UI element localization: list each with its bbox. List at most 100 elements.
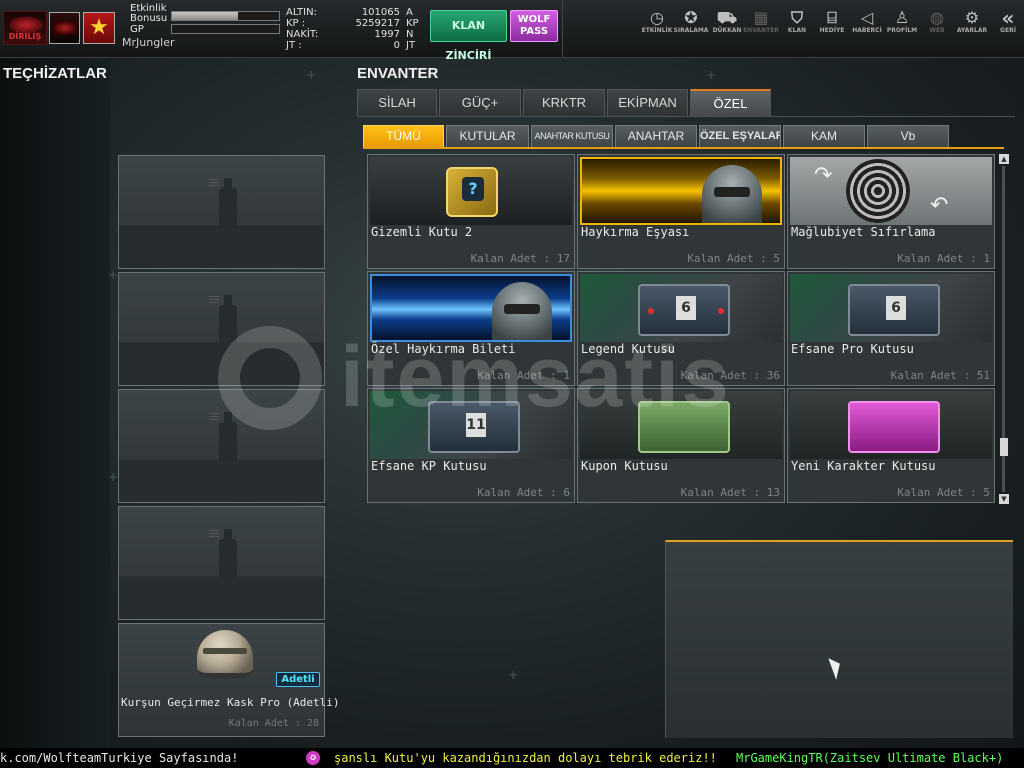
grid-plus-mark: + — [306, 68, 317, 82]
menu-envanter[interactable]: ▦ ENVANTER — [743, 8, 779, 35]
menu-web[interactable]: ◍ WEB — [919, 8, 955, 35]
item-name: Kupon Kutusu — [581, 459, 668, 473]
item-count: Kalan Adet : 36 — [680, 369, 780, 382]
inventory-item[interactable]: Yeni Karakter Kutusu Kalan Adet : 5 — [787, 388, 995, 503]
currency-row: ALTIN: 101065 A — [286, 7, 413, 18]
subtab-tumu[interactable]: TÜMÜ — [363, 125, 444, 148]
medal-icon: ✪ — [684, 8, 698, 27]
tab-krktr[interactable]: KRKTR — [523, 89, 605, 116]
subtab-anahtar-kutusu[interactable]: ANAHTAR KUTUSU — [531, 125, 613, 148]
equipment-slot-empty[interactable] — [118, 272, 325, 386]
menu-siralama[interactable]: ✪ SIRALAMA — [673, 8, 709, 35]
grid-plus-mark: + — [108, 268, 119, 282]
subtab-vb[interactable]: Vb — [867, 125, 949, 148]
item-image — [580, 274, 782, 342]
gp-bar — [171, 24, 280, 34]
item-name: Haykırma Eşyası — [581, 225, 690, 239]
item-image — [370, 274, 572, 342]
adetli-badge: Adetli — [276, 672, 320, 687]
profile-icon: ♙ — [894, 8, 910, 27]
equipment-item-count: Kalan Adet : 28 — [228, 718, 319, 729]
arrow-icon: ↶ — [930, 193, 949, 218]
equipment-slot-empty[interactable] — [118, 155, 325, 269]
chest-icon — [428, 401, 520, 453]
item-count: Kalan Adet : 51 — [890, 369, 990, 382]
arrow-icon: ↷ — [814, 163, 833, 188]
inventory-item[interactable]: Efsane KP Kutusu Kalan Adet : 6 — [367, 388, 575, 503]
inventory-item[interactable]: Efsane Pro Kutusu Kalan Adet : 51 — [787, 271, 995, 386]
item-count: Kalan Adet : 5 — [687, 252, 780, 265]
tab-silah[interactable]: SİLAH — [357, 89, 437, 116]
item-image — [580, 391, 782, 459]
menu-geri[interactable]: «GERİ — [990, 6, 1024, 34]
item-image — [370, 157, 572, 225]
chest-icon — [848, 284, 940, 336]
background-left-shade — [0, 58, 110, 748]
item-image — [790, 274, 992, 342]
tab-guc[interactable]: GÜÇ+ — [439, 89, 521, 116]
back-icon: « — [1001, 6, 1015, 30]
megaphone-icon: ◁ — [860, 8, 874, 27]
chest-icon — [638, 401, 730, 453]
clan-emblem[interactable] — [49, 12, 80, 44]
item-image — [790, 391, 992, 459]
equipment-slot-empty[interactable] — [118, 506, 325, 620]
item-count: Kalan Adet : 17 — [470, 252, 570, 265]
shield-icon: ⛉ — [790, 8, 803, 27]
tab-ekipman[interactable]: EKİPMAN — [607, 89, 688, 116]
cart-icon: ⛟ — [716, 8, 738, 27]
klan-zinciri-button[interactable]: KLAN ZİNCİRİ — [430, 10, 507, 62]
inventory-item[interactable]: Özel Haykırma Bileti Kalan Adet : 1 — [367, 271, 575, 386]
soldier-icon — [492, 282, 552, 340]
currency-row: KP :5259217 KP — [286, 18, 419, 29]
etkinlik-bonus-bar — [171, 11, 280, 21]
equipment-item-name: Kurşun Geçirmez Kask Pro (Adetli) — [121, 696, 340, 709]
menu-profilim[interactable]: ♙ PROFİLM — [884, 8, 920, 35]
item-name: Efsane Pro Kutusu — [791, 342, 914, 356]
inventory-scrollbar[interactable]: ▲ ▼ — [998, 154, 1010, 506]
subtab-ozel-esyalar[interactable]: ÖZEL EŞYALAR — [699, 125, 781, 148]
item-name: Yeni Karakter Kutusu — [791, 459, 936, 473]
equipment-slot-empty[interactable] — [118, 389, 325, 503]
ticker-text-left: k.com/WolfteamTurkiye Sayfasında! — [0, 751, 239, 765]
scroll-thumb[interactable] — [1000, 438, 1008, 456]
spray-placeholder-icon — [209, 293, 241, 343]
menu-etkinlik[interactable]: ◷ ETKİNLİK — [639, 9, 675, 35]
item-name: Gizemli Kutu 2 — [371, 225, 473, 239]
subtab-kutular[interactable]: KUTULAR — [446, 125, 529, 148]
globe-icon: ◍ — [930, 8, 944, 27]
grid-plus-mark: + — [108, 470, 119, 484]
ticker-text-middle: şanslı Kutu'yu kazandığınızdan dolayı te… — [334, 751, 717, 765]
grid-plus-mark: + — [706, 68, 717, 82]
item-image — [370, 391, 572, 459]
subtab-kam[interactable]: KAM — [783, 125, 865, 148]
menu-hediye[interactable]: ⌸ HEDİYE — [814, 9, 850, 35]
item-count: Kalan Adet : 13 — [680, 486, 780, 499]
inventory-icon: ▦ — [753, 8, 769, 27]
inventory-item[interactable]: Gizemli Kutu 2 Kalan Adet : 17 — [367, 154, 575, 269]
item-image — [580, 157, 782, 225]
ticker-text-right: MrGameKingTR(Zaitsev Ultimate Black+) — [736, 751, 1004, 765]
gp-label: GP — [130, 24, 144, 35]
subtab-underline — [363, 147, 1004, 149]
scroll-down-icon[interactable]: ▼ — [999, 494, 1009, 504]
inventory-item[interactable]: Kupon Kutusu Kalan Adet : 13 — [577, 388, 785, 503]
menu-ayarlar[interactable]: ⚙ AYARLAR — [954, 8, 990, 35]
mystery-box-icon — [446, 167, 498, 217]
inventory-item[interactable]: ↷ ↶ Mağlubiyet Sıfırlama Kalan Adet : 1 — [787, 154, 995, 269]
wolf-pass-button[interactable]: WOLF PASS — [510, 10, 558, 42]
menu-klan[interactable]: ⛉ KLAN — [779, 8, 815, 35]
inventory-item[interactable]: Legend Kutusu Kalan Adet : 36 — [577, 271, 785, 386]
tab-ozel[interactable]: ÖZEL — [690, 89, 771, 116]
equipment-slot-helmet[interactable]: Adetli Kurşun Geçirmez Kask Pro (Adetli)… — [118, 623, 340, 737]
gear-icon: ⚙ — [964, 8, 980, 27]
soldier-icon — [702, 165, 762, 223]
rank-star-icon: ★ — [83, 12, 115, 44]
menu-haberci[interactable]: ◁ HABERCİ — [849, 8, 885, 35]
scroll-up-icon[interactable]: ▲ — [999, 154, 1009, 164]
wolfteam-logo: DİRİLİŞ — [3, 11, 47, 45]
subtab-anahtar[interactable]: ANAHTAR — [615, 125, 697, 148]
inventory-item[interactable]: Haykırma Eşyası Kalan Adet : 5 — [577, 154, 785, 269]
menu-dukkan[interactable]: ⛟ DÜKKAN — [709, 8, 745, 35]
currency-panel: ALTIN: 101065 A KP :5259217 KP NAKİT: 1997 N … — [286, 7, 420, 51]
